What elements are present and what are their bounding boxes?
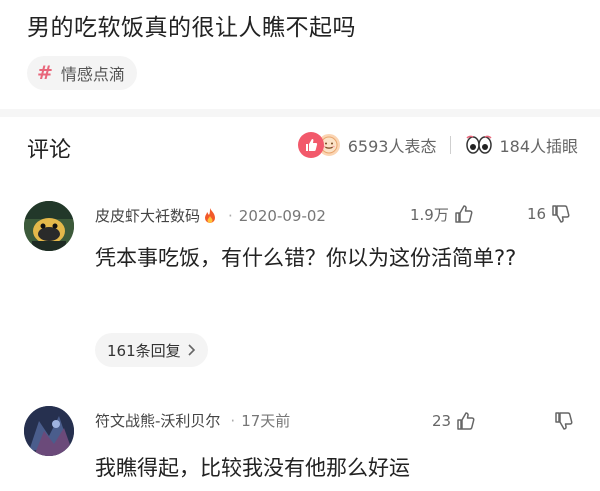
section-divider (0, 109, 600, 117)
comment-date: 2020-09-02 (238, 206, 326, 225)
chevron-right-icon (188, 344, 195, 356)
dislike-count: 16 (527, 205, 547, 223)
dislike-button[interactable]: 16 (527, 203, 572, 225)
like-count: 1.9万 (410, 205, 449, 224)
comments-title: 评论 (27, 138, 72, 163)
hashtag-icon: # (37, 62, 53, 84)
eyes-icon[interactable] (465, 135, 493, 155)
meta-separator: · (228, 206, 233, 225)
views-count: 184人插眼 (499, 137, 578, 156)
reaction-icons[interactable] (297, 132, 342, 158)
thumbs-up-icon (457, 412, 475, 430)
comments-header: 评论 6593人表态 184人插眼 (0, 117, 600, 177)
comment-meta: 符文战熊-沃利贝尔 · 17天前 (95, 410, 290, 431)
avatar[interactable] (24, 201, 74, 251)
reactions-bar: 6593人表态 184人插眼 (297, 132, 578, 158)
comment-text: 凭本事吃饭，有什么错？你以为这份活简单?? (95, 246, 517, 270)
header-separator (450, 136, 452, 154)
thumbs-down-icon (552, 205, 570, 223)
meta-separator: · (230, 411, 236, 430)
dislike-button[interactable] (553, 410, 575, 432)
topic-tag[interactable]: # 情感点滴 (27, 56, 137, 90)
like-button[interactable]: 1.9万 (410, 203, 475, 225)
like-button[interactable]: 23 (432, 410, 477, 432)
view-replies-button[interactable]: 161条回复 (95, 333, 208, 367)
comment-date: 17天前 (241, 412, 291, 430)
reactions-count: 6593人表态 (347, 137, 437, 156)
reply-count: 161条回复 (107, 341, 181, 360)
thumbs-up-icon (455, 205, 473, 223)
author-name[interactable]: 符文战熊-沃利贝尔 (95, 410, 220, 431)
fire-icon (202, 207, 218, 225)
comment-meta: 皮皮虾大衽数码 · 2020-09-02 (95, 205, 326, 226)
question-title[interactable]: 男的吃软饭真的很让人瞧不起吗 (27, 8, 356, 42)
author-name[interactable]: 皮皮虾大衽数码 (95, 205, 200, 226)
avatar[interactable] (24, 406, 74, 456)
thumbs-down-icon (555, 412, 573, 430)
topic-label: 情感点滴 (60, 65, 125, 84)
comment-text: 我瞧得起，比较我没有他那么好运 (95, 456, 410, 480)
thumbs-up-reaction-icon (297, 132, 324, 158)
like-count: 23 (432, 412, 452, 430)
